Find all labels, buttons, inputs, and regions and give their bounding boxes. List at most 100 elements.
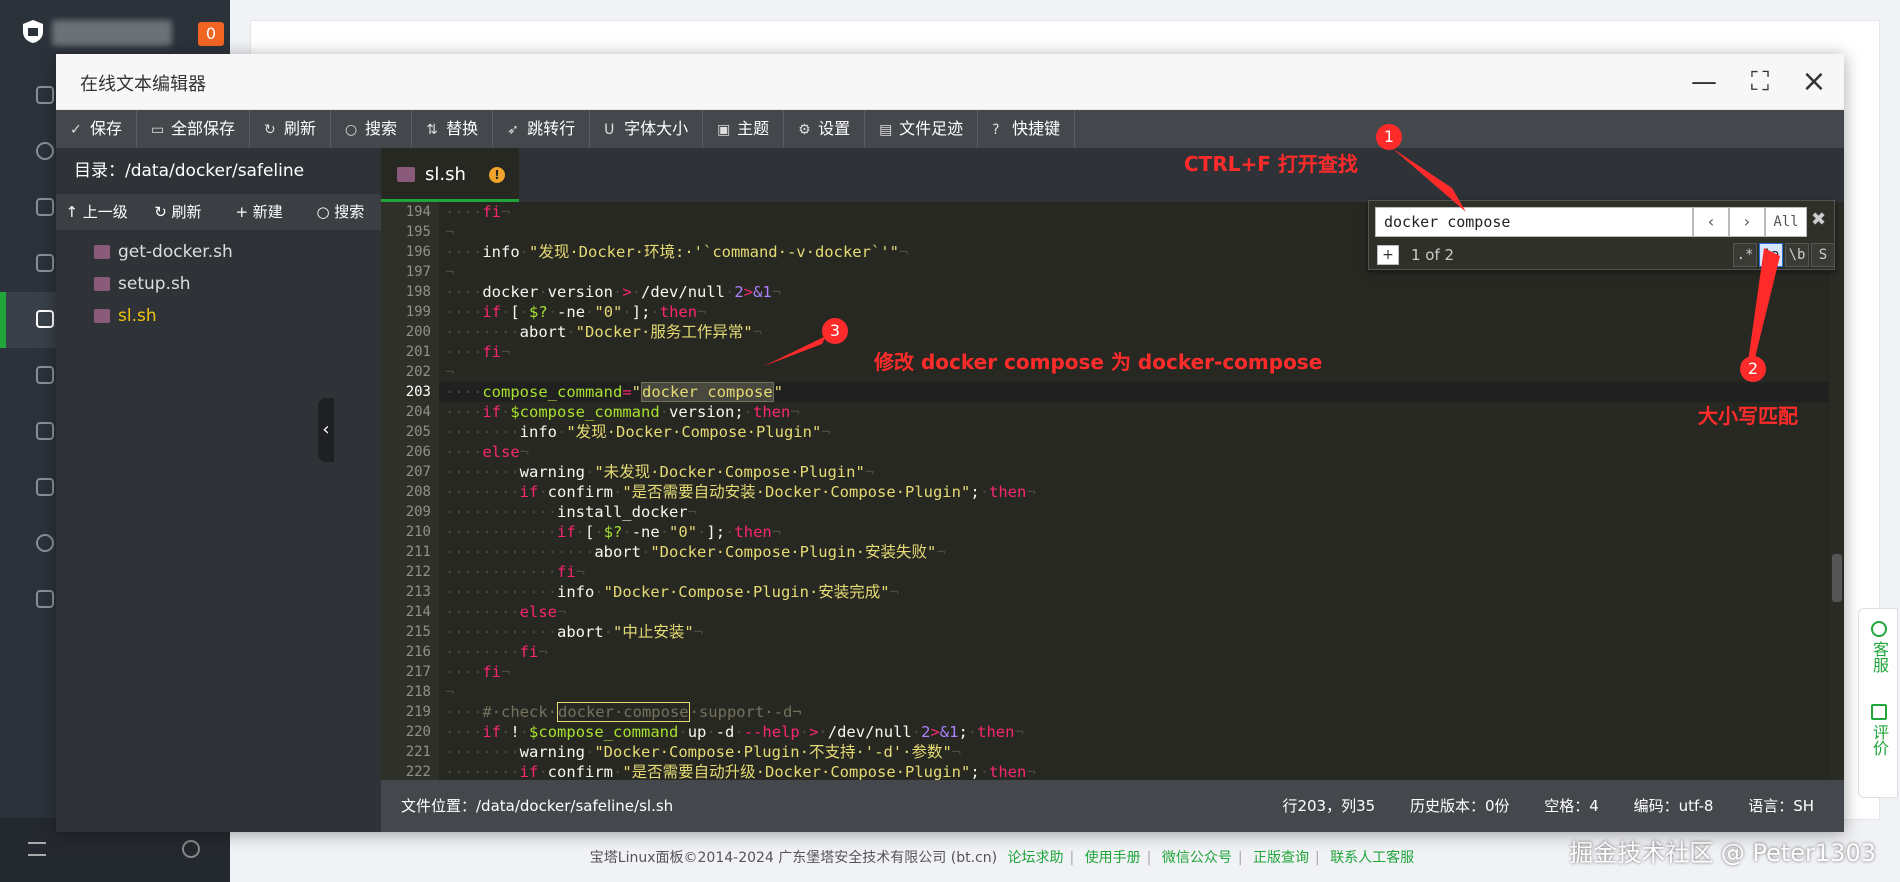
code-line: ····if·[·$?·-ne·"0"·];·then¬	[445, 303, 707, 321]
tab-sl-sh[interactable]: sl.sh!	[381, 148, 519, 202]
feedback-label: 评价	[1870, 724, 1889, 756]
new-file-button[interactable]: + 新建	[219, 194, 300, 230]
annotation-text-2: 大小写匹配	[1698, 404, 1798, 428]
goto-line-button[interactable]: ➶ 跳转行	[493, 110, 591, 148]
apps-icon[interactable]	[36, 478, 54, 496]
file-item-active[interactable]: sl.sh	[56, 300, 381, 332]
chevron-left-icon: ‹	[322, 419, 330, 440]
code-line: ········abort·"Docker·服务工作异常"¬	[445, 323, 763, 341]
code-line: ············fi¬	[445, 563, 585, 581]
replace-icon: ⇅	[426, 122, 438, 138]
line-number: 198	[405, 284, 431, 300]
status-history[interactable]: 历史版本：0份	[1410, 797, 1510, 815]
footer-link-wechat[interactable]: 微信公众号	[1162, 850, 1232, 866]
logout-icon[interactable]	[36, 590, 54, 608]
feedback-button[interactable]: 评价	[1859, 678, 1899, 761]
customer-service-button[interactable]: 客服	[1859, 609, 1899, 678]
code-line: ················abort·"Docker·Compose·Pl…	[445, 543, 946, 561]
footer-link-manual[interactable]: 使用手册	[1085, 850, 1141, 866]
find-all-button[interactable]: All	[1765, 207, 1807, 237]
annotation-marker-1: 1	[1376, 124, 1402, 150]
line-number: 203	[405, 384, 431, 400]
code-line: ········warning·"未发现·Docker·Compose·Plug…	[445, 463, 875, 481]
footer-link-support[interactable]: 联系人工客服	[1330, 850, 1414, 866]
terminal-file-icon	[94, 245, 110, 259]
globe-icon[interactable]	[36, 142, 54, 160]
settings-label: 设置	[818, 119, 851, 138]
whole-word-toggle[interactable]: \b	[1785, 243, 1809, 267]
search-in-selection-toggle[interactable]: S	[1811, 243, 1835, 267]
file-browser-actions: ↑ 上一级 ↻ 刷新 + 新建 ○ 搜索	[56, 194, 381, 230]
search-icon: ○	[345, 122, 358, 138]
code-line: ····fi¬	[445, 663, 511, 681]
plus-icon: +	[235, 203, 253, 221]
close-find-icon[interactable]: ✖	[1811, 209, 1826, 230]
footer-copyright: 宝塔Linux面板©2014-2024 广东堡塔安全技术有限公司 (bt.cn)	[589, 850, 998, 866]
database-icon[interactable]	[36, 198, 54, 216]
file-search-button[interactable]: ○ 搜索	[300, 194, 381, 230]
save-button[interactable]: ✓ 保存	[56, 110, 138, 148]
chevron-left-icon: ‹	[1707, 212, 1715, 231]
headset-icon	[1871, 621, 1887, 637]
dialog-title: 在线文本编辑器	[80, 74, 206, 95]
close-icon[interactable]: ×	[1800, 67, 1828, 97]
file-name: sl.sh	[118, 306, 157, 326]
file-history-button[interactable]: ▤ 文件足迹	[865, 110, 979, 148]
status-encoding[interactable]: 编码：utf-8	[1634, 797, 1714, 815]
search-button[interactable]: ○ 搜索	[331, 110, 413, 148]
status-language[interactable]: 语言：SH	[1748, 797, 1814, 815]
shield-icon[interactable]	[36, 254, 54, 272]
terminal-file-icon	[397, 167, 415, 182]
line-number: 207	[405, 464, 431, 480]
folder-icon[interactable]	[36, 310, 54, 328]
code-editor[interactable]: 194 195 196 197 198 199 200 201 202 203 204 205 206 2…	[381, 202, 1844, 780]
code-scrollbar[interactable]	[1830, 202, 1844, 780]
file-item[interactable]: setup.sh	[56, 268, 381, 300]
file-item[interactable]: get-docker.sh	[56, 236, 381, 268]
regex-toggle[interactable]: .*	[1733, 243, 1757, 267]
line-number: 222	[405, 764, 431, 780]
gear-icon[interactable]	[36, 534, 54, 552]
notification-badge[interactable]: 0	[198, 22, 224, 46]
footer-link-license[interactable]: 正版查询	[1253, 850, 1309, 866]
code-line: ········if·confirm·"是否需要自动安装·Docker·Comp…	[445, 483, 1036, 501]
search-input[interactable]: docker compose	[1375, 207, 1693, 237]
log-icon[interactable]	[36, 366, 54, 384]
maximize-icon[interactable]: ⛶	[1746, 68, 1774, 96]
footer-link-forum[interactable]: 论坛求助	[1008, 850, 1064, 866]
save-all-button[interactable]: ▭ 全部保存	[137, 110, 251, 148]
file-refresh-button[interactable]: ↻ 刷新	[137, 194, 218, 230]
menu-collapse-icon[interactable]	[28, 842, 46, 856]
history-icon: ▤	[879, 122, 893, 138]
username-blurred	[52, 20, 172, 46]
minimize-icon[interactable]: —	[1690, 68, 1718, 96]
status-cursor-position[interactable]: 行203，列35	[1282, 797, 1375, 815]
chevron-right-icon: ›	[1743, 212, 1751, 231]
replace-button[interactable]: ⇅ 替换	[412, 110, 494, 148]
home-icon[interactable]	[36, 86, 54, 104]
file-name: get-docker.sh	[118, 242, 233, 262]
replace-label: 替换	[446, 119, 479, 138]
code-lines[interactable]: ····fi¬ ¬ ····info·"发现·Docker·环境:·'`comm…	[439, 202, 1829, 780]
editor-statusbar: 文件位置：/data/docker/safeline/sl.sh 行203，列3…	[381, 780, 1844, 832]
toggle-replace-button[interactable]: +	[1377, 245, 1399, 265]
annotation-marker-2: 2	[1740, 356, 1766, 382]
find-previous-button[interactable]: ‹	[1693, 207, 1729, 237]
code-line: ········else¬	[445, 603, 567, 621]
font-size-button[interactable]: U 字体大小	[590, 110, 704, 148]
code-line: ········warning·"Docker·Compose·Plugin·不…	[445, 743, 962, 761]
refresh-button[interactable]: ↻ 刷新	[250, 110, 332, 148]
settings-icon[interactable]	[182, 840, 200, 858]
find-next-button[interactable]: ›	[1729, 207, 1765, 237]
parent-dir-button[interactable]: ↑ 上一级	[56, 194, 137, 230]
code-line: ····else¬	[445, 443, 529, 461]
collapse-panel-handle[interactable]: ‹	[318, 398, 334, 462]
theme-button[interactable]: ▣ 主题	[703, 110, 785, 148]
status-indent[interactable]: 空格：4	[1544, 797, 1599, 815]
goto-line-label: 跳转行	[527, 119, 576, 138]
settings-button[interactable]: ⚙ 设置	[784, 110, 866, 148]
case-sensitive-toggle[interactable]: Aa	[1759, 243, 1783, 267]
shortcuts-button[interactable]: ? 快捷键	[978, 110, 1076, 148]
calendar-icon[interactable]	[36, 422, 54, 440]
scrollbar-thumb[interactable]	[1832, 554, 1842, 602]
